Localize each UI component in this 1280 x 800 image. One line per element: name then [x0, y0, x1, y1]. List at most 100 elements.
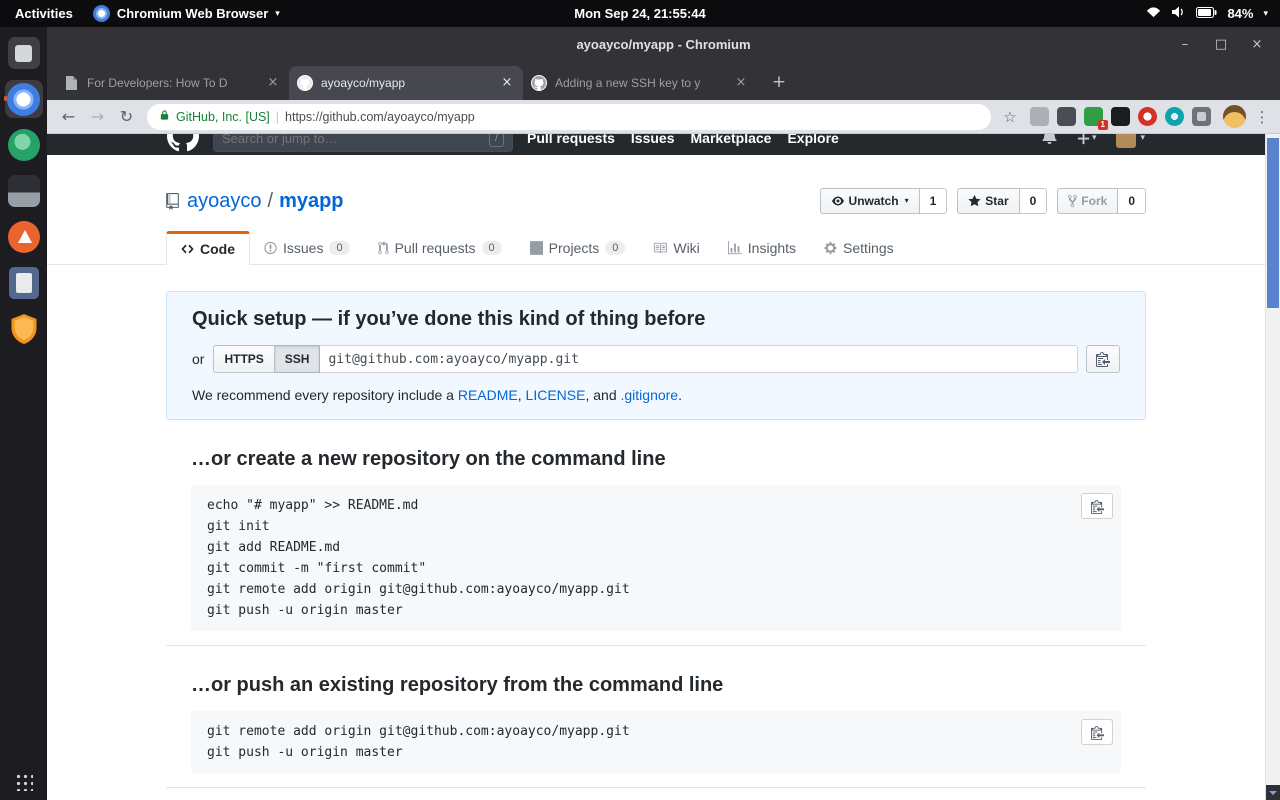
libreoffice-icon: [9, 267, 39, 299]
watch-count[interactable]: 1: [920, 188, 948, 214]
extension-icon-7[interactable]: [1192, 107, 1211, 126]
nav-issues[interactable]: Issues: [631, 134, 675, 146]
code-line: git commit -m "first commit": [207, 558, 1105, 579]
new-repo-section-title: …or create a new repository on the comma…: [191, 448, 1121, 471]
extension-icon-2[interactable]: [1057, 107, 1076, 126]
gitignore-link[interactable]: .gitignore: [621, 387, 679, 403]
forward-button[interactable]: →: [84, 103, 111, 130]
readme-link[interactable]: README: [458, 387, 518, 403]
user-avatar: [1116, 134, 1136, 148]
issue-icon: [264, 241, 277, 255]
extension-icon-5[interactable]: [1138, 107, 1157, 126]
dock-item-chromium[interactable]: [5, 80, 43, 118]
system-indicators[interactable]: 84% ▾: [1146, 6, 1280, 21]
browser-tab-myapp[interactable]: ayoayco/myapp ×: [289, 66, 523, 100]
tab-wiki[interactable]: Wiki: [639, 231, 713, 264]
dock-item-software-updater[interactable]: [5, 310, 43, 348]
star-button[interactable]: Star: [957, 188, 1019, 214]
app-menu-button[interactable]: Chromium Web Browser ▾: [93, 5, 280, 22]
minimize-button[interactable]: –: [1178, 37, 1192, 52]
tab-code[interactable]: Code: [166, 231, 250, 265]
page-scrollbar[interactable]: [1265, 134, 1280, 800]
recommend-sep: ,: [518, 387, 526, 403]
new-tab-button[interactable]: +: [765, 68, 793, 96]
close-tab-icon[interactable]: ×: [265, 75, 281, 91]
remote-url-input[interactable]: [320, 345, 1078, 373]
bookmark-star-icon[interactable]: ☆: [998, 108, 1022, 126]
github-search-input[interactable]: [222, 134, 452, 146]
dock-item-libreoffice[interactable]: [5, 264, 43, 302]
dock-item-terminal[interactable]: [5, 172, 43, 210]
activities-button[interactable]: Activities: [15, 6, 73, 21]
clock[interactable]: Mon Sep 24, 21:55:44: [574, 6, 706, 21]
browser-profile-avatar[interactable]: [1223, 105, 1246, 128]
browser-tab-ssh-key[interactable]: Adding a new SSH key to y ×: [523, 66, 757, 100]
repo-book-icon: [166, 193, 179, 210]
dock-item-files[interactable]: [5, 34, 43, 72]
reload-button[interactable]: ↻: [113, 103, 140, 130]
dock-item-ubuntu-software[interactable]: [5, 218, 43, 256]
github-search-box[interactable]: /: [213, 134, 513, 152]
extension-icon-6[interactable]: [1165, 107, 1184, 126]
github-logo-icon[interactable]: [167, 134, 199, 155]
repo-owner-link[interactable]: ayoayco: [187, 190, 262, 213]
window-controls: – □ ×: [1178, 37, 1280, 52]
browser-tab-developers[interactable]: For Developers: How To D ×: [55, 66, 289, 100]
existing-repo-section-title: …or push an existing repository from the…: [191, 674, 1121, 697]
scroll-down-button[interactable]: [1266, 785, 1280, 800]
close-button[interactable]: ×: [1250, 37, 1264, 52]
tab-label: Insights: [748, 240, 796, 256]
nav-marketplace[interactable]: Marketplace: [691, 134, 772, 146]
unwatch-button[interactable]: Unwatch ▾: [820, 188, 920, 214]
app-menu-label: Chromium Web Browser: [117, 6, 268, 21]
tab-pull-requests[interactable]: Pull requests 0: [364, 231, 516, 264]
https-protocol-button[interactable]: HTTPS: [213, 345, 274, 373]
tab-projects[interactable]: Projects 0: [516, 231, 640, 264]
section-divider: [166, 787, 1146, 788]
tab-insights[interactable]: Insights: [714, 231, 810, 264]
tab-issues[interactable]: Issues 0: [250, 231, 364, 264]
tab-label: Projects: [549, 240, 600, 256]
star-count[interactable]: 0: [1020, 188, 1048, 214]
nav-explore[interactable]: Explore: [787, 134, 838, 146]
extension-icon-3[interactable]: 1: [1084, 107, 1103, 126]
nav-pull-requests[interactable]: Pull requests: [527, 134, 615, 146]
section-divider: [166, 645, 1146, 646]
bell-icon[interactable]: [1042, 134, 1057, 149]
url-text[interactable]: https://github.com/ayoayco/myapp: [285, 110, 475, 124]
maximize-button[interactable]: □: [1214, 37, 1228, 52]
existing-repo-code-block: git remote add origin git@github.com:ayo…: [191, 711, 1121, 773]
tab-settings[interactable]: Settings: [810, 231, 908, 264]
copy-code-button[interactable]: [1081, 493, 1113, 519]
copy-code-button[interactable]: [1081, 719, 1113, 745]
unwatch-label: Unwatch: [849, 192, 899, 210]
address-bar[interactable]: GitHub, Inc. [US] | https://github.com/a…: [147, 104, 991, 130]
back-button[interactable]: ←: [55, 103, 82, 130]
close-tab-icon[interactable]: ×: [499, 75, 515, 91]
system-bar-left: Activities Chromium Web Browser ▾: [0, 5, 280, 22]
code-line: git push -u origin master: [207, 600, 1105, 621]
browser-menu-icon[interactable]: ⋮: [1252, 108, 1272, 126]
ssh-protocol-button[interactable]: SSH: [275, 345, 321, 373]
extension-icon-1[interactable]: [1030, 107, 1049, 126]
repo-name-link[interactable]: myapp: [279, 190, 343, 213]
license-link[interactable]: LICENSE: [526, 387, 586, 403]
recommend-sep: , and: [585, 387, 620, 403]
copy-remote-url-button[interactable]: [1086, 345, 1120, 373]
fork-button[interactable]: Fork: [1057, 188, 1118, 214]
chevron-down-icon: ▾: [275, 9, 280, 19]
star-button-group: Star 0: [957, 188, 1047, 214]
user-menu-button[interactable]: ▾: [1116, 134, 1145, 148]
security-chip[interactable]: GitHub, Inc. [US]: [176, 110, 270, 124]
github-header: / Pull requests Issues Marketplace Explo…: [47, 134, 1265, 155]
window-titlebar[interactable]: ayoayco/myapp - Chromium – □ ×: [47, 27, 1280, 62]
create-new-button[interactable]: ▾: [1077, 134, 1097, 146]
close-tab-icon[interactable]: ×: [733, 75, 749, 91]
green-app-icon: [8, 129, 40, 161]
dock-item-green-app[interactable]: [5, 126, 43, 164]
extension-icon-4[interactable]: [1111, 107, 1130, 126]
scrollbar-thumb[interactable]: [1267, 138, 1279, 308]
tab-label: Wiki: [673, 240, 699, 256]
show-applications-button[interactable]: [14, 772, 33, 791]
fork-count[interactable]: 0: [1118, 188, 1146, 214]
